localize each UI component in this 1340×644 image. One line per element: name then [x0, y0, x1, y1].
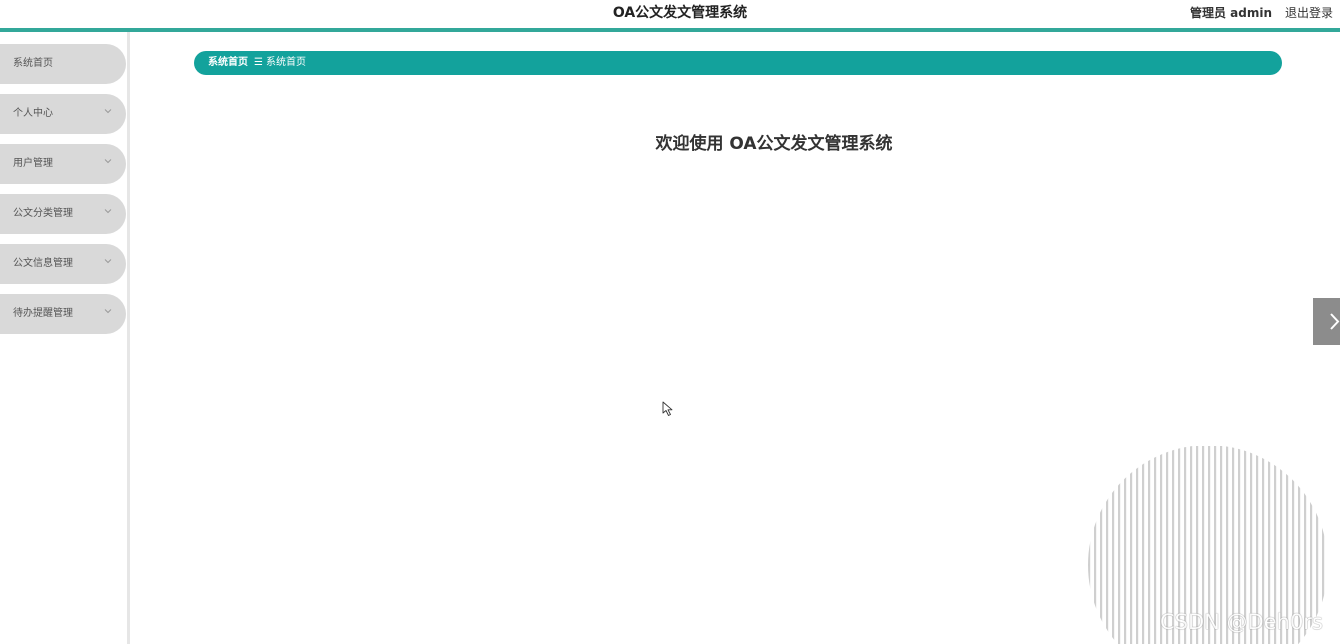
sidebar-item-label: 个人中心 — [13, 108, 53, 119]
chevron-down-icon — [104, 159, 112, 164]
chevron-down-icon — [104, 309, 112, 314]
chevron-down-icon — [104, 209, 112, 214]
sidebar-item-reminders[interactable]: 待办提醒管理 — [0, 294, 126, 334]
sidebar-item-label: 待办提醒管理 — [13, 308, 73, 319]
sidebar-item-label: 用户管理 — [13, 158, 53, 169]
top-header: OA公文发文管理系统 管理员 admin 退出登录 — [0, 0, 1340, 28]
user-label: 管理员 admin — [1190, 6, 1273, 20]
side-expand-button[interactable] — [1313, 298, 1340, 345]
breadcrumb-separator-icon: ☰ — [254, 57, 263, 68]
sidebar-item-doc-categories[interactable]: 公文分类管理 — [0, 194, 126, 234]
sidebar-item-home[interactable]: 系统首页 — [0, 44, 126, 84]
app-title: OA公文发文管理系统 — [612, 5, 748, 21]
mouse-cursor-icon — [662, 401, 673, 416]
breadcrumb-current: 系统首页 — [266, 57, 306, 68]
header-divider — [0, 28, 1340, 32]
chevron-down-icon — [104, 259, 112, 264]
breadcrumb: 系统首页 ☰ 系统首页 — [194, 51, 1282, 75]
sidebar-item-label: 公文信息管理 — [13, 258, 73, 269]
watermark-text: CSDN @Deh0rs — [1160, 610, 1323, 634]
sidebar: 系统首页 个人中心 用户管理 公文分类管理 公文信息管理 待办提醒管理 — [0, 32, 130, 644]
chevron-down-icon — [104, 109, 112, 114]
logout-link[interactable]: 退出登录 — [1285, 5, 1333, 21]
sidebar-item-label: 公文分类管理 — [13, 208, 73, 219]
welcome-heading: 欢迎使用 OA公文发文管理系统 — [655, 134, 893, 154]
app-window: OA公文发文管理系统 管理员 admin 退出登录 系统首页 个人中心 用户管理… — [0, 0, 1340, 644]
chevron-right-icon — [1330, 313, 1340, 330]
sidebar-item-label: 系统首页 — [13, 58, 53, 69]
sidebar-item-profile[interactable]: 个人中心 — [0, 94, 126, 134]
sidebar-item-doc-info[interactable]: 公文信息管理 — [0, 244, 126, 284]
breadcrumb-home-link[interactable]: 系统首页 — [208, 56, 248, 70]
